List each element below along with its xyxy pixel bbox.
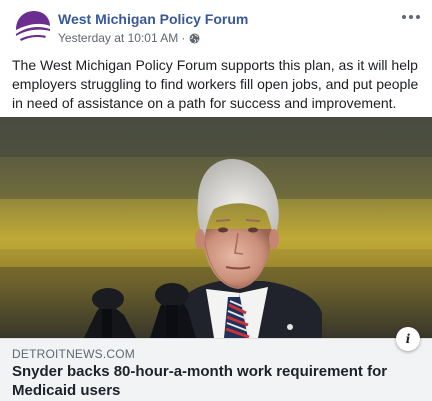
link-preview-image[interactable] — [0, 117, 432, 338]
post-timestamp[interactable]: Yesterday at 10:01 AM — [58, 31, 178, 45]
link-headline[interactable]: Snyder backs 80-hour-a-month work requir… — [12, 362, 420, 400]
facebook-post-card: West Michigan Policy Forum Yesterday at … — [0, 0, 432, 401]
link-domain: DETROITNEWS.COM — [12, 347, 135, 361]
post-message: The West Michigan Policy Forum supports … — [12, 57, 419, 111]
page-avatar[interactable] — [12, 8, 52, 48]
post-meta: Yesterday at 10:01 AM · — [58, 31, 200, 45]
info-icon[interactable]: i — [396, 327, 420, 351]
page-name-link[interactable]: West Michigan Policy Forum — [58, 11, 248, 27]
globe-icon[interactable] — [189, 33, 200, 44]
link-preview-footer[interactable]: DETROITNEWS.COM Snyder backs 80-hour-a-m… — [0, 338, 432, 401]
west-michigan-logo — [12, 8, 52, 48]
more-dot — [409, 15, 413, 19]
post-header: West Michigan Policy Forum Yesterday at … — [0, 0, 432, 52]
news-photo — [0, 117, 432, 338]
more-dot — [402, 15, 406, 19]
meta-separator: · — [181, 31, 186, 45]
more-options-button[interactable] — [400, 8, 422, 26]
more-dot — [416, 15, 420, 19]
